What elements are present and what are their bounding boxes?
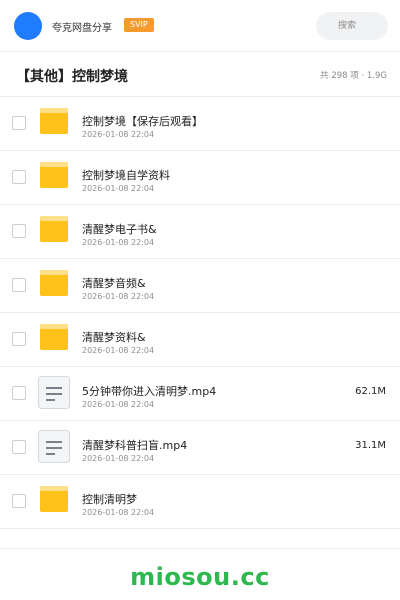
folder-icon [40, 216, 68, 242]
file-name[interactable]: 控制清明梦 [82, 491, 137, 507]
file-date: 2026-01-08 22:04 [82, 508, 155, 517]
document-icon [38, 430, 70, 463]
file-row[interactable]: 清醒梦电子书& 2026-01-08 22:04 [0, 205, 400, 259]
folder-icon [40, 486, 68, 512]
row-checkbox[interactable] [12, 224, 26, 238]
file-list: 控制梦境【保存后观看】 2026-01-08 22:04 控制梦境自学资料 2026-… [0, 97, 400, 529]
folder-icon [40, 216, 68, 242]
document-icon [38, 430, 70, 463]
row-checkbox[interactable] [12, 386, 26, 400]
file-date: 2026-01-08 22:04 [82, 346, 155, 355]
folder-icon [40, 270, 68, 296]
folder-icon [40, 324, 68, 350]
row-checkbox[interactable] [12, 332, 26, 346]
file-row[interactable]: 控制梦境自学资料 2026-01-08 22:04 [0, 151, 400, 205]
file-size: 62.1M [355, 386, 386, 397]
item-count: 共 298 项 · 1.9G [320, 71, 387, 81]
folder-icon [40, 162, 68, 188]
file-date: 2026-01-08 22:04 [82, 238, 155, 247]
file-name[interactable]: 5分钟带你进入清明梦.mp4 [82, 383, 216, 399]
folder-icon [40, 108, 68, 134]
file-date: 2026-01-08 22:04 [82, 184, 155, 193]
file-row[interactable]: 控制清明梦 2026-01-08 22:04 [0, 475, 400, 529]
row-checkbox[interactable] [12, 440, 26, 454]
brand-name: 夸克网盘分享 [52, 23, 112, 34]
file-date: 2026-01-08 22:04 [82, 130, 155, 139]
row-checkbox[interactable] [12, 116, 26, 130]
folder-icon [40, 108, 68, 134]
svip-badge: SVIP [124, 18, 154, 32]
file-size: 31.1M [355, 440, 386, 451]
app-logo[interactable] [14, 12, 42, 40]
folder-title-bar: 【其他】控制梦境 共 298 项 · 1.9G [0, 53, 400, 97]
top-bar: 夸克网盘分享 SVIP 搜索 [0, 0, 400, 52]
search-input[interactable]: 搜索 [316, 12, 388, 40]
file-row[interactable]: 清醒梦资料& 2026-01-08 22:04 [0, 313, 400, 367]
file-row[interactable]: 清醒梦科普扫盲.mp4 2026-01-08 22:04 31.1M [0, 421, 400, 475]
file-date: 2026-01-08 22:04 [82, 454, 155, 463]
file-row[interactable]: 清醒梦音频& 2026-01-08 22:04 [0, 259, 400, 313]
document-icon [38, 376, 70, 409]
row-checkbox[interactable] [12, 170, 26, 184]
file-date: 2026-01-08 22:04 [82, 292, 155, 301]
document-icon [38, 376, 70, 409]
file-row[interactable]: 5分钟带你进入清明梦.mp4 2026-01-08 22:04 62.1M [0, 367, 400, 421]
folder-icon [40, 324, 68, 350]
file-name[interactable]: 清醒梦科普扫盲.mp4 [82, 437, 187, 453]
row-checkbox[interactable] [12, 278, 26, 292]
file-name[interactable]: 清醒梦电子书& [82, 221, 157, 237]
row-checkbox[interactable] [12, 494, 26, 508]
folder-icon [40, 270, 68, 296]
divider [0, 548, 400, 549]
folder-icon [40, 486, 68, 512]
watermark: miosou.cc [130, 563, 270, 591]
file-date: 2026-01-08 22:04 [82, 400, 155, 409]
file-name[interactable]: 清醒梦音频& [82, 275, 146, 291]
file-row[interactable]: 控制梦境【保存后观看】 2026-01-08 22:04 [0, 97, 400, 151]
page-title: 【其他】控制梦境 [16, 69, 128, 85]
file-name[interactable]: 控制梦境自学资料 [82, 167, 170, 183]
file-name[interactable]: 清醒梦资料& [82, 329, 146, 345]
file-name[interactable]: 控制梦境【保存后观看】 [82, 113, 203, 129]
folder-icon [40, 162, 68, 188]
